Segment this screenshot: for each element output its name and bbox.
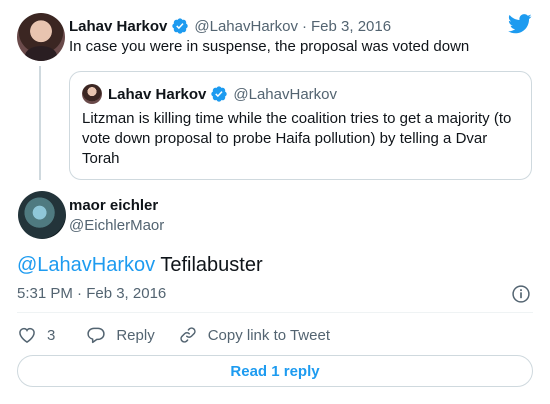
copy-link-button[interactable]: Copy link to Tweet (178, 325, 330, 345)
divider (17, 312, 533, 313)
read-replies-button[interactable]: Read 1 reply (17, 355, 533, 387)
verified-badge-icon (210, 85, 228, 103)
separator-dot: · (302, 17, 307, 35)
info-icon[interactable] (511, 284, 531, 304)
parent-author-handle[interactable]: @LahavHarkov (194, 18, 298, 35)
parent-tweet-date[interactable]: Feb 3, 2016 (311, 18, 391, 35)
quoted-author-handle: @LahavHarkov (233, 85, 337, 103)
tweet-timestamp[interactable]: 5:31 PM · Feb 3, 2016 (17, 285, 166, 302)
reply-button[interactable]: Reply (86, 325, 155, 345)
quoted-tweet-header: Lahav Harkov @LahavHarkov (108, 84, 337, 104)
like-count: 3 (47, 326, 56, 344)
mention-link[interactable]: @LahavHarkov (17, 254, 155, 276)
main-tweet-body: Tefilabuster (155, 254, 263, 276)
main-tweet-text: @LahavHarkov Tefilabuster (17, 253, 263, 277)
verified-badge-icon (171, 17, 189, 35)
parent-tweet-header: Lahav Harkov @LahavHarkov · Feb 3, 2016 (69, 16, 391, 36)
quoted-avatar (82, 84, 102, 104)
reply-label: Reply (116, 326, 155, 344)
reply-bubble-icon (87, 327, 106, 344)
action-bar: 3 Reply Copy link to Tweet (17, 324, 330, 346)
thread-line (39, 66, 41, 180)
tweet-embed-card: Lahav Harkov @LahavHarkov · Feb 3, 2016 … (0, 0, 550, 404)
parent-author-name[interactable]: Lahav Harkov (69, 18, 167, 35)
like-button[interactable]: 3 (17, 325, 55, 345)
main-author-name[interactable]: maor eichler (69, 197, 158, 214)
copy-link-label: Copy link to Tweet (207, 326, 330, 344)
quoted-tweet[interactable]: Lahav Harkov @LahavHarkov Litzman is kil… (69, 71, 532, 180)
quoted-tweet-text: Litzman is killing time while the coalit… (82, 110, 512, 167)
parent-tweet-text: In case you were in suspense, the propos… (69, 38, 470, 55)
link-icon (180, 327, 196, 343)
twitter-bird-icon[interactable] (508, 14, 532, 34)
heart-icon (19, 327, 35, 343)
parent-avatar[interactable] (17, 13, 65, 61)
quoted-author-name: Lahav Harkov (108, 85, 207, 103)
main-author-handle[interactable]: @EichlerMaor (69, 217, 164, 234)
main-avatar[interactable] (18, 191, 66, 239)
